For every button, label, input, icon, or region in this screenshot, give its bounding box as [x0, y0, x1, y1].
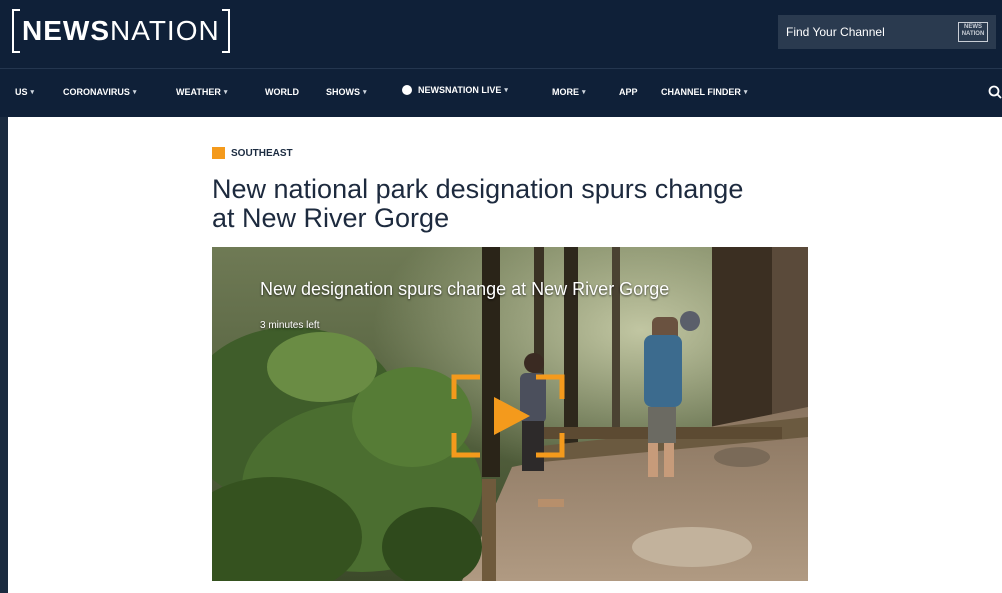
nav-label: APP	[619, 87, 638, 97]
chevron-down-icon: ▾	[582, 89, 586, 96]
search-icon[interactable]	[988, 85, 1002, 99]
live-dot-icon	[402, 85, 412, 95]
site-header: NEWS NATION Find Your Channel NEWS NATION	[0, 0, 1002, 68]
nav-item-coronavirus[interactable]: CORONAVIRUS ▾	[63, 87, 136, 97]
nav-item-newsnation-live[interactable]: NEWSNATION LIVE ▾	[402, 85, 508, 95]
chevron-down-icon: ▾	[30, 89, 35, 96]
badge-line1: NEWS	[964, 24, 982, 30]
newsnation-logo[interactable]: NEWS NATION	[12, 9, 230, 53]
logo-text-thin: NATION	[110, 15, 220, 46]
find-your-channel-button[interactable]: Find Your Channel NEWS NATION	[778, 15, 996, 49]
nav-label: CHANNEL FINDER	[661, 87, 741, 97]
nav-item-us[interactable]: US ▾	[15, 87, 34, 97]
nav-label: SHOWS	[326, 87, 361, 97]
badge-line2: NATION	[961, 31, 985, 37]
nav-label: WORLD	[265, 87, 299, 97]
nav-item-shows[interactable]: SHOWS ▾	[326, 87, 367, 97]
chevron-down-icon: ▾	[504, 87, 508, 94]
nav-item-world[interactable]: WORLD	[265, 87, 299, 97]
nav-item-channel-finder[interactable]: CHANNEL FINDER ▾	[661, 87, 747, 97]
logo-text-bold: NEWS	[22, 15, 110, 46]
newsnation-badge-icon: NEWS NATION	[958, 22, 988, 42]
nav-item-app[interactable]: APP	[619, 87, 638, 97]
main-nav: US ▾ CORONAVIRUS ▾ WEATHER ▾ WORLD SHOWS ▾ N…	[0, 68, 1002, 117]
video-time-left: 3 minutes left	[260, 320, 320, 331]
play-icon[interactable]	[450, 373, 566, 459]
category-tag[interactable]: SOUTHEAST	[212, 147, 293, 159]
nav-label: MORE	[552, 87, 579, 97]
nav-label: CORONAVIRUS	[63, 87, 130, 97]
category-square-icon	[212, 147, 225, 159]
nav-label: NEWSNATION LIVE	[418, 85, 502, 95]
nav-item-weather[interactable]: WEATHER ▾	[176, 87, 227, 97]
nav-label: US	[15, 87, 28, 97]
nav-item-more[interactable]: MORE ▾	[552, 87, 586, 97]
article-headline: New national park designation spurs chan…	[212, 174, 744, 233]
video-player[interactable]: New designation spurs change at New Rive…	[212, 247, 808, 581]
video-title: New designation spurs change at New Rive…	[260, 279, 670, 299]
category-label: SOUTHEAST	[231, 147, 293, 159]
chevron-down-icon: ▾	[363, 89, 367, 96]
find-channel-label: Find Your Channel	[786, 25, 885, 39]
chevron-down-icon: ▾	[223, 89, 228, 96]
chevron-down-icon: ▾	[132, 89, 137, 96]
chevron-down-icon: ▾	[743, 89, 748, 96]
nav-label: WEATHER	[176, 87, 221, 97]
article-content: SOUTHEAST New national park designation …	[8, 117, 1002, 593]
